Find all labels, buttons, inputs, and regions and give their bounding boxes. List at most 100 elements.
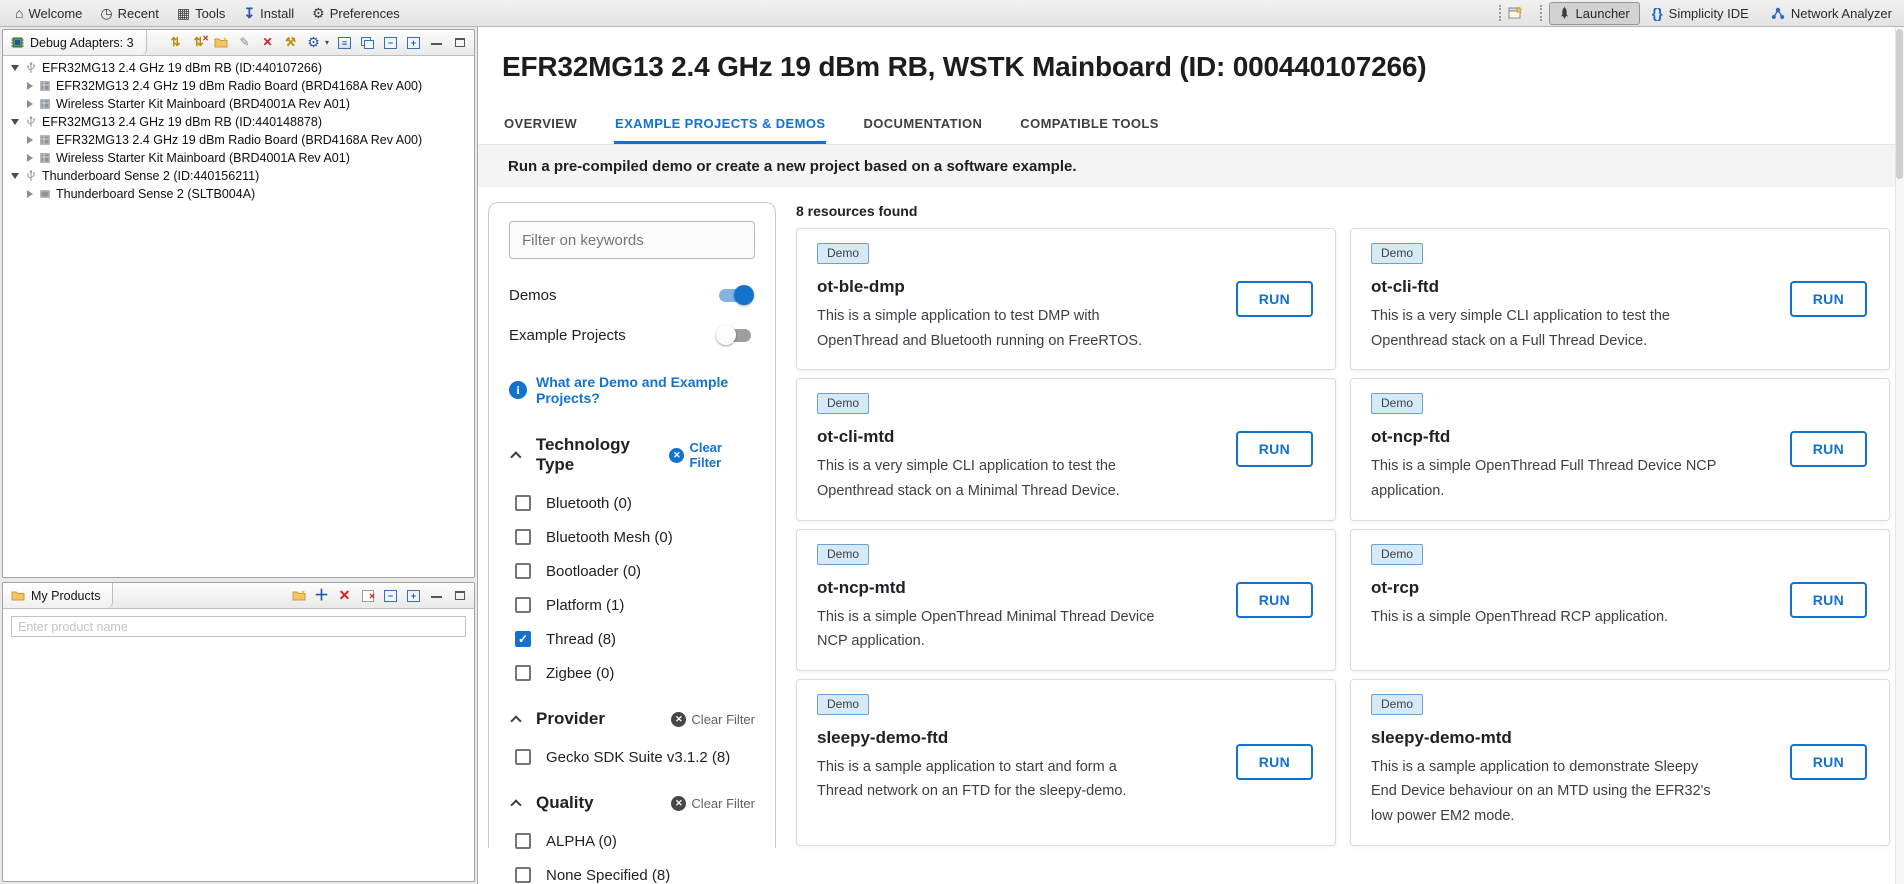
demo-card-ot-ble-dmp: Demo ot-ble-dmp This is a simple applica… [796,228,1336,370]
network-icon [1771,7,1785,20]
what-are-demos-link[interactable]: What are Demo and Example Projects? [536,374,755,406]
run-button[interactable]: RUN [1236,281,1313,317]
tree-item[interactable]: Thunderboard Sense 2 (SLTB004A) [3,185,474,203]
run-button[interactable]: RUN [1790,744,1867,780]
caret-down-icon[interactable]: ▾ [325,38,329,47]
debug-adapters-toolbar: ⇅ ⇅ ✎ ✕ ⚒ ⚙ ▾ ≡ − + [168,35,474,50]
collapsed-arrow-icon[interactable] [27,136,33,144]
chevron-up-icon[interactable] [510,799,521,810]
run-button[interactable]: RUN [1236,744,1313,780]
tree-item[interactable]: EFR32MG13 2.4 GHz 19 dBm RB (ID:44014887… [3,113,474,131]
my-products-tab[interactable]: My Products [3,583,113,608]
checkbox-bootloader[interactable] [515,563,531,579]
tree-item[interactable]: Wireless Starter Kit Mainboard (BRD4001A… [3,95,474,113]
collapsed-arrow-icon[interactable] [27,190,33,198]
collapsed-arrow-icon[interactable] [27,82,33,90]
collapsed-arrow-icon[interactable] [27,154,33,162]
checkbox-platform[interactable] [515,597,531,613]
keyword-filter-input[interactable] [509,221,755,259]
braces-icon: {} [1652,5,1663,21]
expand-all-icon[interactable]: + [406,588,421,603]
checkbox-gecko-sdk[interactable] [515,749,531,765]
disconnect-icon[interactable]: ⇅ [191,35,206,50]
chevron-up-icon[interactable] [510,451,521,462]
tree-item[interactable]: EFR32MG13 2.4 GHz 19 dBm RB (ID:44010726… [3,59,474,77]
results-count: 8 resources found [796,203,1890,219]
recent-menu-item[interactable]: ◷ Recent [100,6,158,21]
preferences-menu-item[interactable]: ⚙ Preferences [312,6,400,21]
minimize-icon[interactable] [429,588,444,603]
tree-item[interactable]: Wireless Starter Kit Mainboard (BRD4001A… [3,149,474,167]
scrollbar-thumb[interactable] [1896,29,1903,179]
checkbox-alpha[interactable] [515,833,531,849]
run-button[interactable]: RUN [1236,431,1313,467]
device-tools-icon[interactable]: ⚒ [283,35,298,50]
run-button[interactable]: RUN [1236,582,1313,618]
tree-item[interactable]: Thunderboard Sense 2 (ID:440156211) [3,167,474,185]
perspective-button-launcher[interactable]: Launcher [1549,2,1640,25]
clear-filter-icon: ✕ [671,796,686,811]
example-projects-toggle-label: Example Projects [509,327,626,344]
demos-toggle[interactable] [719,289,751,302]
radio-board-icon [38,134,51,147]
tree-item-label: Wireless Starter Kit Mainboard (BRD4001A… [56,151,350,165]
clear-filter-label: Clear Filter [691,796,755,811]
tab-example-projects-demos[interactable]: EXAMPLE PROJECTS & DEMOS [614,105,826,144]
tree-item[interactable]: EFR32MG13 2.4 GHz 19 dBm Radio Board (BR… [3,131,474,149]
minimize-icon[interactable] [429,35,444,50]
collapsed-arrow-icon[interactable] [27,100,33,108]
columns-view-icon[interactable]: ≡ [337,35,352,50]
checkbox-thread[interactable]: ✓ [515,631,531,647]
example-projects-toggle[interactable] [719,329,751,342]
copy-view-icon[interactable] [360,35,375,50]
debug-adapters-title: Debug Adapters: 3 [30,36,134,50]
vertical-scrollbar[interactable] [1895,27,1904,884]
filter-sidebar: Demos Example Projects i What are Demo a… [488,202,776,848]
demo-badge: Demo [1371,544,1423,565]
perspective-button-network-analyzer[interactable]: Network Analyzer [1761,2,1902,25]
new-group-folder-icon[interactable] [214,35,229,50]
clear-filter-quality[interactable]: ✕ Clear Filter [671,796,755,811]
checkbox-bluetooth[interactable] [515,495,531,511]
collapse-all-icon[interactable]: − [383,35,398,50]
maximize-icon[interactable] [452,588,467,603]
home-icon: ⌂ [15,6,23,20]
perspective-button-simplicity-ide[interactable]: {} Simplicity IDE [1642,1,1759,25]
open-perspective-icon[interactable] [1508,6,1523,21]
checkbox-zigbee[interactable] [515,665,531,681]
run-button[interactable]: RUN [1790,281,1867,317]
download-icon: ↧ [243,6,255,20]
welcome-menu-item[interactable]: ⌂ Welcome [15,6,82,21]
expanded-arrow-icon[interactable] [11,65,19,71]
tree-item[interactable]: EFR32MG13 2.4 GHz 19 dBm Radio Board (BR… [3,77,474,95]
clear-filter-technology-type[interactable]: ✕ Clear Filter [669,440,755,470]
debug-adapters-tab[interactable]: Debug Adapters: 3 [3,30,147,55]
run-button[interactable]: RUN [1790,582,1867,618]
checkbox-none-specified[interactable] [515,867,531,883]
tools-menu-item[interactable]: ▦ Tools [177,6,226,21]
install-menu-item[interactable]: ↧ Install [243,6,294,21]
expanded-arrow-icon[interactable] [11,119,19,125]
expand-all-icon[interactable]: + [406,35,421,50]
clear-filter-provider[interactable]: ✕ Clear Filter [671,712,755,727]
add-product-icon[interactable]: ＋ [314,588,329,603]
rename-icon[interactable]: ✎ [237,35,252,50]
product-name-input[interactable] [11,616,466,637]
connect-icon[interactable]: ⇅ [168,35,183,50]
settings-gear-icon[interactable]: ⚙ [306,35,321,50]
expanded-arrow-icon[interactable] [11,173,19,179]
tab-compatible-tools[interactable]: COMPATIBLE TOOLS [1019,105,1160,144]
remove-product-icon[interactable]: ✕ [337,588,352,603]
mainboard-icon [38,152,51,165]
clock-icon: ◷ [100,6,112,20]
delete-icon[interactable]: ✕ [260,35,275,50]
tab-overview[interactable]: OVERVIEW [503,105,578,144]
remove-all-icon[interactable] [360,588,375,603]
chevron-up-icon[interactable] [510,715,521,726]
checkbox-bluetooth-mesh[interactable] [515,529,531,545]
run-button[interactable]: RUN [1790,431,1867,467]
new-folder-icon[interactable] [291,588,306,603]
collapse-all-icon[interactable]: − [383,588,398,603]
tab-documentation[interactable]: DOCUMENTATION [862,105,983,144]
maximize-icon[interactable] [452,35,467,50]
